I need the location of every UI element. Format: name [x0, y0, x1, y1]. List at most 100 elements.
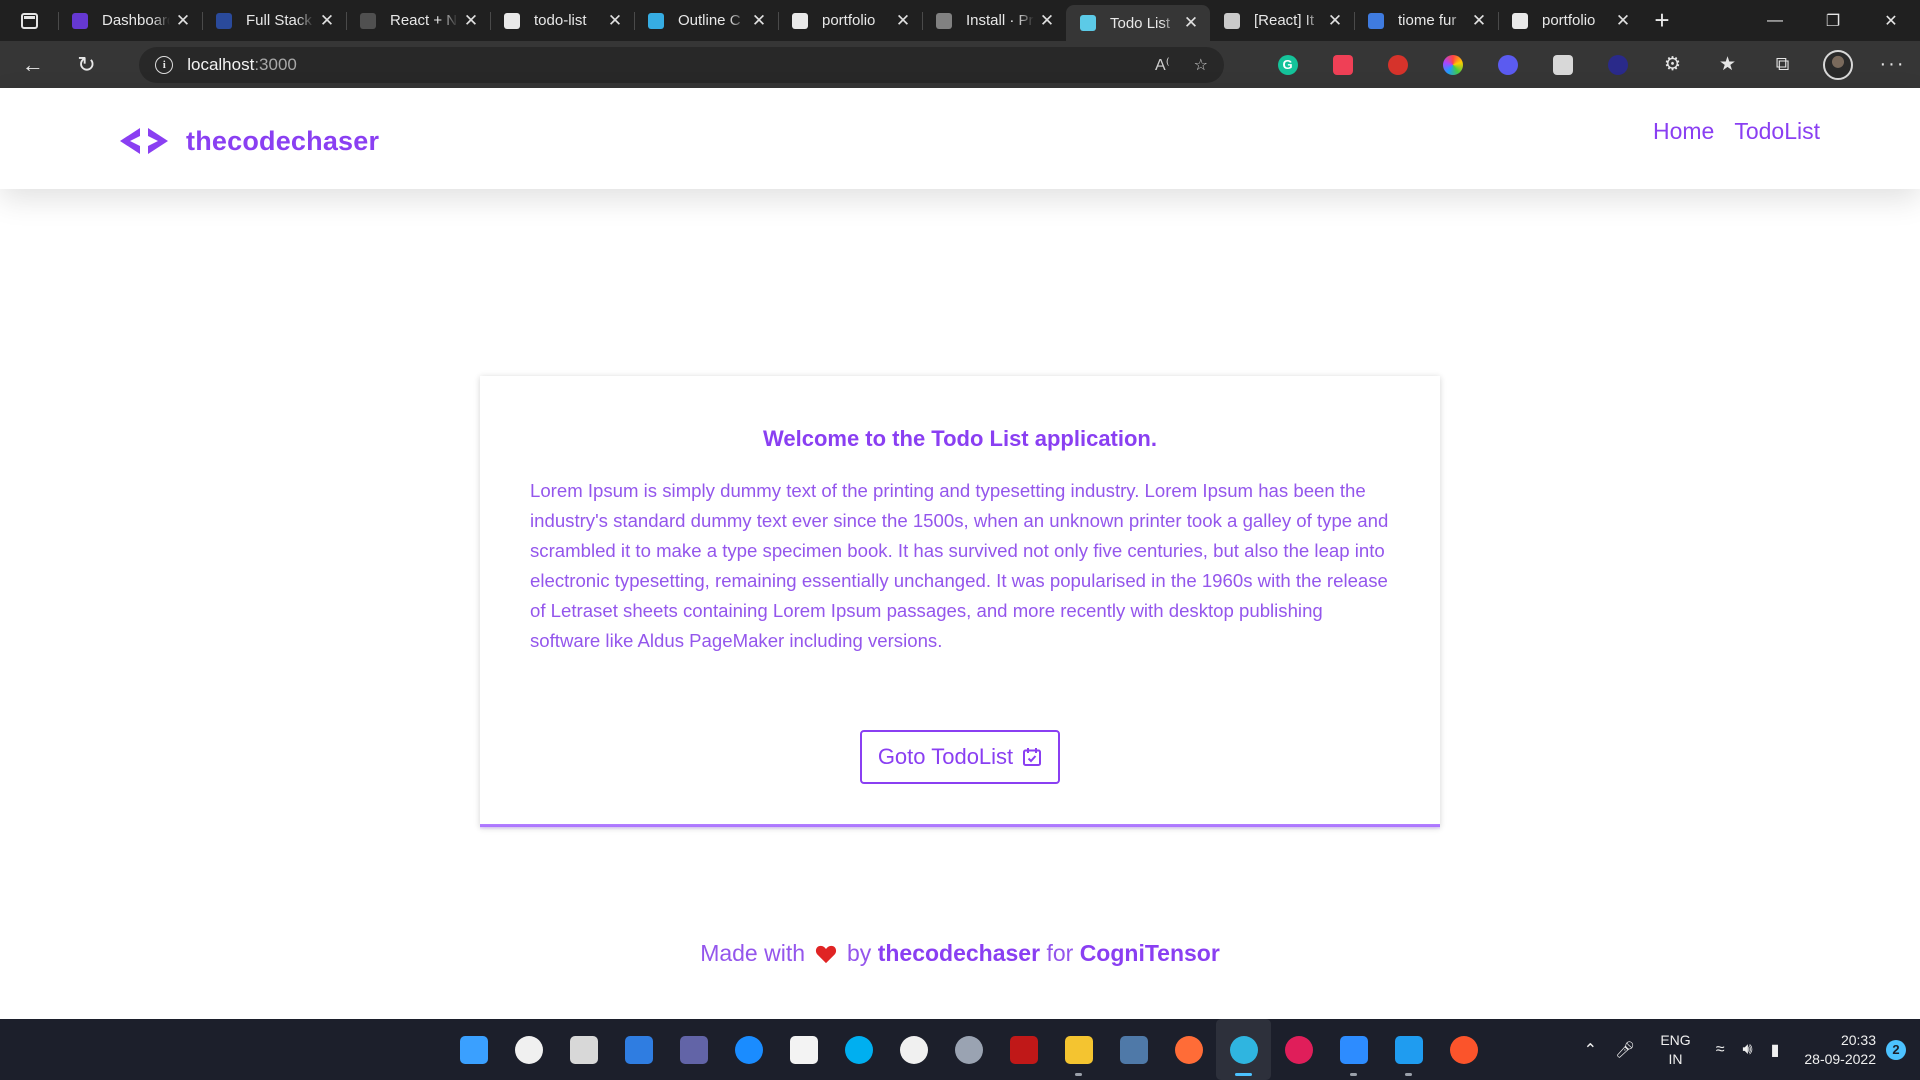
taskbar-app-postgres[interactable]: [1106, 1019, 1161, 1080]
tab-separator: [778, 12, 779, 30]
new-tab-button[interactable]: +: [1642, 0, 1682, 41]
google-icon: [1368, 12, 1384, 29]
taskbar-app-mcafee[interactable]: [996, 1019, 1051, 1080]
browser-tab[interactable]: Dashboard ✕: [58, 0, 202, 41]
browser-tab[interactable]: [React] It ✕: [1210, 0, 1354, 41]
tab-close-icon[interactable]: ✕: [750, 11, 768, 31]
clock[interactable]: 20:33 28-09-2022: [1804, 1031, 1876, 1069]
tab-close-icon[interactable]: ✕: [894, 11, 912, 31]
dots-app-icon: [1607, 54, 1628, 75]
taskbar-app-slack[interactable]: [1271, 1019, 1326, 1080]
refresh-button[interactable]: ↻: [64, 45, 110, 85]
tab-close-icon[interactable]: ✕: [1614, 11, 1632, 31]
browser-tab[interactable]: Outline C ✕: [634, 0, 778, 41]
taskbar-app-edge[interactable]: [1216, 1019, 1271, 1080]
web-page: thecodechaser Home TodoList Welcome to t…: [0, 88, 1920, 1019]
address-bar[interactable]: i localhost:3000 A⁽ ☆: [139, 46, 1224, 83]
goto-todolist-label: Goto TodoList: [877, 744, 1014, 769]
pocket-extension[interactable]: [1315, 45, 1370, 85]
battery-icon[interactable]: ▮: [1771, 1040, 1780, 1060]
color-picker-extension[interactable]: [1425, 45, 1480, 85]
microphone-icon[interactable]: 🎤︎: [1615, 1040, 1635, 1060]
taskbar-app-file-explorer[interactable]: [1051, 1019, 1106, 1080]
tab-close-icon[interactable]: ✕: [1470, 11, 1488, 31]
browser-tab[interactable]: Todo List ✕: [1066, 5, 1210, 41]
profile-button[interactable]: [1810, 45, 1865, 85]
taskbar-app-teams-chat[interactable]: [666, 1019, 721, 1080]
tracker-extension[interactable]: [1370, 45, 1425, 85]
tab-close-icon[interactable]: ✕: [606, 11, 624, 31]
skype-icon: [844, 1035, 873, 1064]
tab-title: Dashboard: [102, 12, 170, 29]
show-hidden-icons[interactable]: ⌃: [1584, 1040, 1597, 1060]
tab-close-icon[interactable]: ✕: [462, 11, 480, 31]
note-icon: [1552, 54, 1573, 75]
nav-home-link[interactable]: Home: [1653, 118, 1714, 145]
favorites-button[interactable]: ★: [1700, 45, 1755, 85]
browser-tab[interactable]: portfolio ✕: [1498, 0, 1642, 41]
extensions-button[interactable]: ⚙: [1645, 45, 1700, 85]
tab-title: React + N: [390, 12, 458, 29]
running-indicator: [1405, 1073, 1412, 1076]
task-view-icon: [569, 1035, 598, 1064]
notes-extension[interactable]: [1535, 45, 1590, 85]
taskbar-app-search[interactable]: [501, 1019, 556, 1080]
restore-button[interactable]: ❐: [1804, 0, 1862, 41]
tab-close-icon[interactable]: ✕: [318, 11, 336, 31]
notification-badge[interactable]: 2: [1886, 1039, 1906, 1060]
taskbar-app-start[interactable]: [446, 1019, 501, 1080]
taskbar-app-zoom[interactable]: [1326, 1019, 1381, 1080]
browser-tab[interactable]: Full Stack ✕: [202, 0, 346, 41]
taskbar-app-store[interactable]: [776, 1019, 831, 1080]
tab-title: todo-list: [534, 12, 587, 29]
back-button[interactable]: ←: [10, 45, 56, 85]
add-favorite-icon[interactable]: ☆: [1194, 55, 1208, 75]
browser-tab[interactable]: portfolio ✕: [778, 0, 922, 41]
taskbar-app-brave[interactable]: [1436, 1019, 1491, 1080]
site-logo[interactable]: thecodechaser: [112, 124, 379, 158]
taskbar-app-skype[interactable]: [831, 1019, 886, 1080]
sparkle-icon: [1497, 54, 1518, 75]
tailwind-icon: [648, 12, 664, 29]
pocket-icon: [1332, 54, 1353, 75]
tab-actions-button[interactable]: [0, 0, 58, 41]
collections-button[interactable]: ⧉: [1755, 45, 1810, 85]
language-indicator[interactable]: ENG IN: [1660, 1031, 1690, 1069]
browser-tab[interactable]: tiome fur ✕: [1354, 0, 1498, 41]
windows-taskbar: ⌃ 🎤︎ ENG IN ≈ 🔊︎ ▮ 20:33 28-09-2022 2: [0, 1019, 1920, 1080]
window-controls: — ❐ ✕: [1746, 0, 1920, 41]
store-icon: [789, 1035, 818, 1064]
goto-todolist-button[interactable]: Goto TodoList: [860, 730, 1060, 784]
tab-close-icon[interactable]: ✕: [1038, 11, 1056, 31]
tab-close-icon[interactable]: ✕: [1326, 11, 1344, 31]
gear-extension[interactable]: [1480, 45, 1535, 85]
settings-menu-button[interactable]: ···: [1865, 45, 1920, 85]
taskbar-app-task-view[interactable]: [556, 1019, 611, 1080]
volume-icon[interactable]: 🔊︎: [1742, 1041, 1752, 1059]
wifi-icon[interactable]: ≈: [1716, 1041, 1725, 1059]
tab-close-icon[interactable]: ✕: [174, 11, 192, 31]
taskbar-app-postman[interactable]: [1161, 1019, 1216, 1080]
read-aloud-icon[interactable]: A⁽: [1155, 55, 1170, 75]
nav-todolist-link[interactable]: TodoList: [1734, 118, 1820, 145]
browser-tab[interactable]: todo-list ✕: [490, 0, 634, 41]
taskbar-app-settings[interactable]: [941, 1019, 996, 1080]
browser-tab[interactable]: React + N ✕: [346, 0, 490, 41]
taskbar-app-help[interactable]: [721, 1019, 776, 1080]
brand-name: thecodechaser: [186, 125, 380, 156]
taskbar-app-widgets[interactable]: [611, 1019, 666, 1080]
site-info-icon[interactable]: i: [155, 55, 174, 74]
taskbar-app-vscode[interactable]: [1381, 1019, 1436, 1080]
minimize-button[interactable]: —: [1746, 0, 1804, 41]
dots-extension[interactable]: [1590, 45, 1645, 85]
browser-tab[interactable]: Install · Pr ✕: [922, 0, 1066, 41]
grammarly-extension[interactable]: G: [1260, 45, 1315, 85]
tab-actions-icon: [20, 12, 38, 29]
angular-a-icon: [1224, 12, 1240, 29]
tab-close-icon[interactable]: ✕: [1182, 13, 1200, 33]
close-window-button[interactable]: ✕: [1862, 0, 1920, 41]
tab-separator: [490, 12, 491, 30]
make-logo-icon: [72, 12, 88, 29]
file-explorer-icon: [1064, 1035, 1093, 1064]
taskbar-app-github-desktop[interactable]: [886, 1019, 941, 1080]
